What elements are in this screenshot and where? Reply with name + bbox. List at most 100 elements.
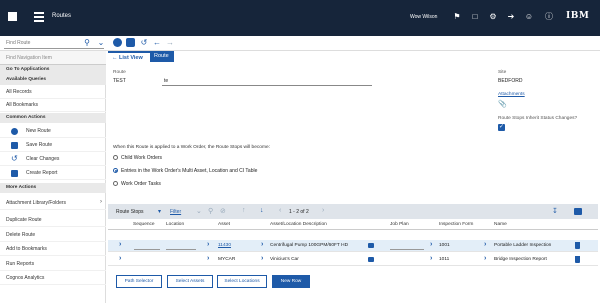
sidebar-section-more-actions[interactable]: More Actions (0, 183, 106, 193)
back-arrow-icon[interactable]: ← (152, 38, 162, 48)
sidebar-item-run-reports[interactable]: Run Reports (0, 258, 106, 271)
add-icon[interactable] (113, 38, 122, 47)
select-locations-button[interactable]: Select Locations (217, 275, 267, 288)
sidebar-item-label: Save Route (26, 142, 53, 148)
help-icon[interactable]: ⓘ (544, 12, 554, 22)
asset-detail-icon[interactable]: › (207, 241, 209, 248)
previous-page-icon[interactable]: ‹ (279, 207, 281, 214)
radio-work-order-tasks[interactable] (113, 181, 118, 186)
expand-row-icon[interactable]: › (119, 241, 121, 248)
sidebar-item-delete-route[interactable]: Delete Route (0, 229, 106, 242)
asset-detail-icon[interactable]: › (207, 255, 209, 262)
inherit-status-checkbox[interactable]: ✓ (498, 124, 505, 131)
trash-icon[interactable] (575, 256, 580, 263)
select-assets-button[interactable]: Select Assets (167, 275, 213, 288)
main-panel: Route TEST te Site BEDFORD Attachments 📎… (106, 62, 600, 303)
chevron-down-icon[interactable]: ⌄ (196, 207, 202, 215)
long-description-icon[interactable] (368, 243, 374, 248)
table-row[interactable]: › › MYCAR › Vinicius's Car › 1011 › Brid… (108, 254, 598, 266)
name-value: Bridge Inspection Report (494, 257, 547, 262)
long-description-icon[interactable] (368, 257, 374, 262)
paperclip-icon[interactable]: 📎 (498, 100, 507, 108)
app-launcher-icon[interactable] (8, 12, 17, 21)
tab-route[interactable]: Route (150, 51, 174, 62)
ibm-logo: IBM (566, 11, 590, 21)
sidebar-item-label: Create Report (26, 170, 58, 176)
bookmark-icon[interactable]: ⚑ (452, 12, 462, 22)
applied-label: When this Route is applied to a Work Ord… (113, 145, 270, 150)
table-settings-icon[interactable] (574, 208, 582, 215)
column-header-location[interactable]: Location (166, 222, 184, 227)
column-header-inspection-form[interactable]: Inspection Form (439, 222, 473, 227)
sidebar-section-go-to[interactable]: Go To Applications (0, 65, 106, 75)
description-field[interactable]: te (162, 78, 372, 86)
inspection-form-value[interactable]: 1001 (439, 243, 450, 248)
sidebar-item-cognos-analytics[interactable]: Cognos Analytics (0, 272, 106, 285)
table-title: Route Stops (116, 209, 144, 215)
chevron-down-icon[interactable]: ⌄ (96, 38, 106, 48)
search-icon[interactable]: ⚲ (208, 207, 213, 215)
column-header-sequence[interactable]: Sequence (133, 222, 155, 227)
find-navigation-input[interactable]: Find Navigation Item (0, 51, 106, 65)
sidebar-item-clear-changes[interactable]: ↺ Clear Changes (0, 153, 106, 166)
column-header-description[interactable]: Asset/Location Description (270, 222, 327, 227)
table-header: Sequence Location Asset Asset/Location D… (108, 219, 598, 230)
sidebar-item-all-records[interactable]: All Records (0, 86, 106, 99)
location-field[interactable] (166, 249, 196, 250)
sidebar-item-new-route[interactable]: New Route (0, 125, 106, 138)
forward-arrow-icon[interactable]: → (165, 38, 175, 48)
filter-icon[interactable]: ▾ (158, 208, 161, 215)
settings-icon[interactable]: ⚙ (488, 12, 498, 22)
column-header-job-plan[interactable]: Job Plan (390, 222, 409, 227)
name-detail-icon[interactable]: › (484, 241, 486, 248)
column-header-name[interactable]: Name (494, 222, 507, 227)
name-detail-icon[interactable]: › (484, 255, 486, 262)
column-header-asset[interactable]: Asset (218, 222, 230, 227)
analytics-icon[interactable]: □ (470, 12, 480, 22)
arrow-down-icon[interactable]: ↓ (260, 207, 264, 214)
new-row-button[interactable]: New Row (272, 275, 310, 288)
sequence-field[interactable] (134, 249, 160, 250)
sidebar-item-add-bookmarks[interactable]: Add to Bookmarks (0, 243, 106, 256)
expand-row-icon[interactable]: › (119, 255, 121, 262)
clear-filter-icon[interactable]: ⊘ (220, 207, 226, 215)
description-detail-icon[interactable]: › (261, 255, 263, 262)
form-detail-icon[interactable]: › (430, 241, 432, 248)
attachments-link[interactable]: Attachments (498, 92, 525, 97)
report-icon (11, 170, 18, 177)
sidebar-section-common-actions[interactable]: Common Actions (0, 113, 106, 123)
description-detail-icon[interactable]: › (261, 241, 263, 248)
path-selector-button[interactable]: Path Selector (116, 275, 162, 288)
save-icon[interactable] (126, 38, 135, 47)
sidebar-item-all-bookmarks[interactable]: All Bookmarks (0, 99, 106, 112)
profile-icon[interactable]: ☺ (524, 12, 534, 22)
user-name[interactable]: Wow Wilson (410, 14, 437, 20)
sidebar-section-queries[interactable]: Available Queries (0, 75, 106, 85)
filter-link[interactable]: Filter (170, 209, 181, 215)
sidebar-item-attachment-library[interactable]: Attachment Library/Folders › (0, 197, 106, 210)
radio-multi-asset-entries[interactable] (113, 168, 118, 173)
download-icon[interactable]: ↧ (552, 207, 558, 215)
logout-icon[interactable]: ➔ (506, 12, 516, 22)
name-value: Portable Ladder Inspection (494, 243, 552, 248)
form-detail-icon[interactable]: › (430, 255, 432, 262)
radio-child-work-orders[interactable] (113, 155, 118, 160)
plus-circle-icon (11, 128, 18, 135)
trash-icon[interactable] (575, 242, 580, 249)
next-page-icon[interactable]: › (322, 207, 324, 214)
sidebar-item-create-report[interactable]: Create Report (0, 167, 106, 180)
asset-value[interactable]: MYCAR (218, 257, 235, 262)
tab-list-view[interactable]: ← List View (108, 51, 150, 62)
sidebar-item-save-route[interactable]: Save Route (0, 139, 106, 152)
job-plan-field[interactable] (390, 249, 424, 250)
inspection-form-value[interactable]: 1011 (439, 257, 449, 262)
arrow-up-icon[interactable]: ↑ (242, 207, 246, 214)
hamburger-menu-icon[interactable] (34, 12, 44, 22)
route-value[interactable]: TEST (113, 78, 126, 84)
table-row[interactable]: › › 11430 › Centrifugal Pump 100GPM/60FT… (108, 240, 598, 252)
route-stops-toolbar: Route Stops ▾ Filter ⌄ ⚲ ⊘ ↑ ↓ ‹ 1 - 2 o… (108, 204, 598, 219)
search-icon[interactable]: ⚲ (82, 38, 92, 48)
asset-value[interactable]: 11430 (218, 243, 231, 248)
sidebar-item-duplicate-route[interactable]: Duplicate Route (0, 214, 106, 227)
undo-icon[interactable]: ↺ (139, 38, 149, 48)
